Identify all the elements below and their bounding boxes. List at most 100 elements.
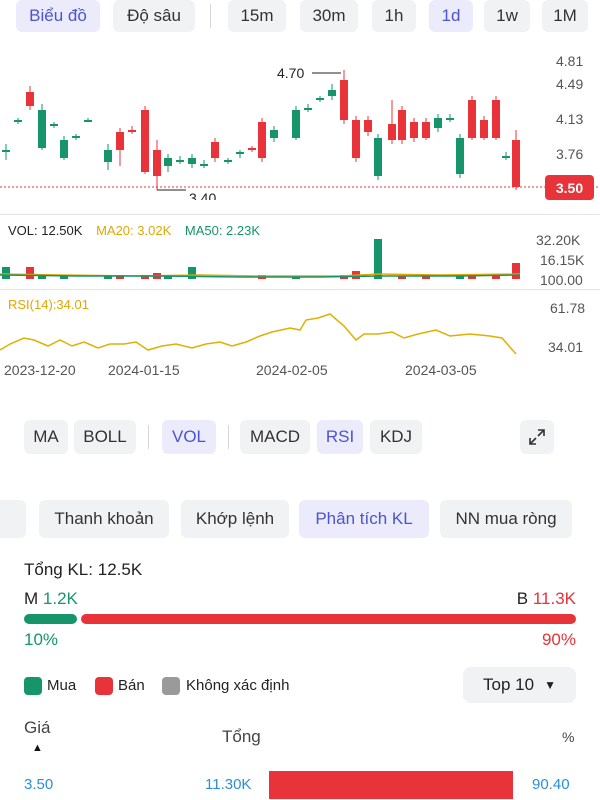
candle-body (398, 110, 406, 140)
candle-body (141, 110, 149, 172)
col-header-total: Tổng (222, 727, 261, 746)
candle-body (434, 118, 442, 128)
tab-liquidity[interactable]: Thanh khoản (39, 500, 169, 538)
candle-body (84, 120, 92, 122)
buy-sell-ratio-bar (24, 614, 576, 624)
sell-legend-swatch (95, 677, 113, 695)
candle-body (316, 98, 324, 100)
candle-body (292, 110, 300, 138)
candle-body (456, 138, 464, 174)
candle-body (104, 150, 112, 162)
interval-1M[interactable]: 1M (542, 0, 588, 32)
candle-body (388, 124, 396, 140)
sell-volume-value: 11.3K (532, 589, 576, 608)
candle-body (176, 160, 184, 162)
chart-tab-bar: Biểu đồ Độ sâu 15m 30m 1h 1d 1w 1M (0, 0, 600, 34)
analysis-tab-partial[interactable] (0, 500, 26, 538)
total-volume-value: 12.5K (97, 560, 143, 579)
interval-1w[interactable]: 1w (484, 0, 530, 32)
volume-chart[interactable]: 32.20K 16.15K 100.00 (0, 230, 600, 290)
expand-chart-button[interactable] (520, 420, 554, 454)
top-n-value: Top 10 (483, 675, 535, 694)
unknown-legend-label: Không xác định (186, 677, 290, 694)
table-row[interactable]: 3.50 11.30K 90.40 (0, 770, 600, 800)
buy-legend-label: Mua (47, 677, 77, 694)
candle-body (480, 120, 488, 138)
interval-1h[interactable]: 1h (372, 0, 416, 32)
volume-bar (2, 267, 10, 279)
candle-body (38, 110, 46, 148)
candle-body (248, 148, 256, 150)
candle-body (50, 124, 58, 126)
interval-15m[interactable]: 15m (228, 0, 286, 32)
candle-body (188, 158, 196, 164)
indicator-ma[interactable]: MA (24, 420, 68, 454)
tab-chart[interactable]: Biểu đồ (16, 0, 100, 32)
tab-order-matching[interactable]: Khớp lệnh (181, 500, 289, 538)
tab-volume-analysis[interactable]: Phân tích KL (299, 500, 429, 538)
candle-body (364, 120, 372, 132)
volume-bar (512, 263, 520, 279)
indicator-rsi[interactable]: RSI (317, 420, 363, 454)
total-volume: Tổng KL: 12.5K (24, 560, 142, 580)
total-volume-label: Tổng KL: (24, 560, 93, 579)
col-header-price[interactable]: Giá (24, 718, 50, 738)
sell-prefix: B (516, 589, 529, 608)
candle-body (2, 150, 10, 152)
interval-1d[interactable]: 1d (429, 0, 473, 32)
candle-body (200, 164, 208, 166)
col-header-percent: % (562, 729, 575, 745)
candlestick-chart[interactable]: 4.70 3.40 4.81 4.49 4.13 3.76 (0, 40, 600, 200)
candle-body (164, 158, 172, 166)
indicator-vol[interactable]: VOL (162, 420, 216, 454)
row-volume-bar (269, 771, 513, 799)
expand-icon (529, 429, 545, 445)
unknown-legend-swatch (162, 677, 180, 695)
candle-body (304, 108, 312, 110)
buy-legend-swatch (24, 677, 42, 695)
divider (228, 425, 229, 449)
sell-ratio-fill (81, 614, 576, 624)
interval-30m[interactable]: 30m (300, 0, 358, 32)
date-label: 2024-03-05 (405, 362, 477, 378)
price-axis-label: 4.13 (556, 111, 583, 127)
candle-body (258, 122, 266, 158)
tab-foreign-net-buy[interactable]: NN mua ròng (440, 500, 572, 538)
row-percent: 90.40 (532, 776, 570, 793)
candle-body (492, 100, 500, 138)
sell-volume: B 11.3K (517, 589, 576, 609)
candle-body (270, 130, 278, 138)
rsi-chart[interactable]: 61.78 34.01 (0, 300, 600, 360)
candle-body (72, 136, 80, 138)
volume-axis-label: 32.20K (536, 232, 581, 248)
candle-body (153, 150, 161, 176)
divider (0, 289, 600, 290)
price-axis-label: 4.49 (556, 76, 583, 92)
candle-body (410, 122, 418, 138)
tab-depth[interactable]: Độ sâu (113, 0, 195, 32)
sell-percent: 90% (541, 630, 576, 649)
top-n-select[interactable]: Top 10 ▼ (463, 667, 576, 703)
candle-body (236, 152, 244, 154)
candle-body (446, 118, 454, 120)
candle-body (60, 140, 68, 158)
candle-body (211, 142, 219, 158)
candle-body (468, 100, 476, 138)
divider (0, 214, 600, 215)
rsi-axis-label: 61.78 (550, 300, 585, 316)
sort-ascending-icon[interactable]: ▲ (32, 742, 43, 754)
indicator-macd[interactable]: MACD (240, 420, 310, 454)
candle-body (512, 140, 520, 187)
candle-body (224, 160, 232, 162)
rsi-line (0, 313, 517, 355)
volume-axis-label: 16.15K (540, 252, 585, 268)
buy-ratio-fill (24, 614, 77, 624)
low-label: 3.40 (189, 190, 216, 200)
candle-body (502, 156, 510, 158)
divider (148, 425, 149, 449)
indicator-kdj[interactable]: KDJ (370, 420, 422, 454)
row-total: 11.30K (205, 776, 252, 793)
price-axis-label: 4.81 (556, 53, 583, 69)
volume-bar (374, 239, 382, 279)
indicator-boll[interactable]: BOLL (74, 420, 136, 454)
